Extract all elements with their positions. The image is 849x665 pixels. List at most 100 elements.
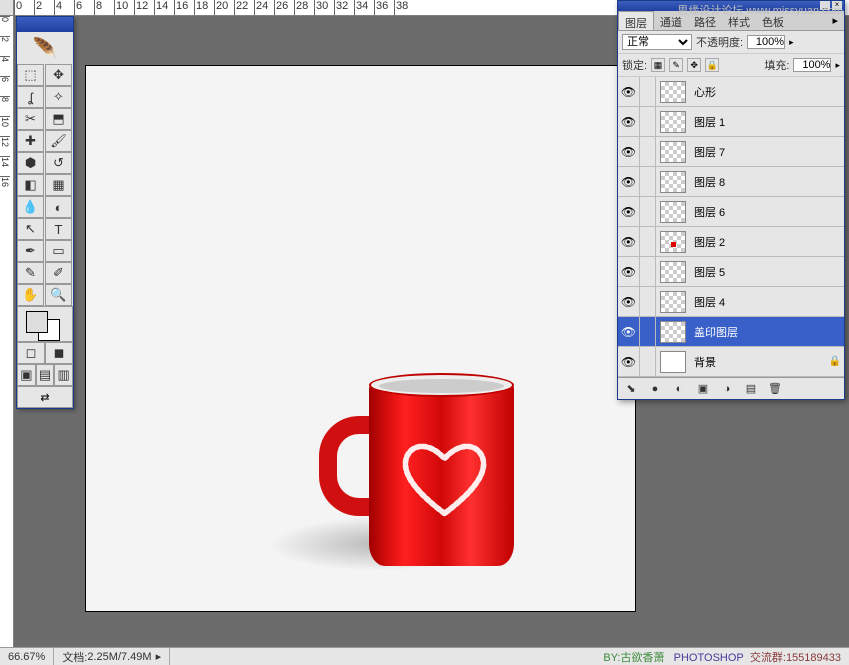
visibility-icon[interactable]: 👁 bbox=[618, 137, 640, 166]
layer-name[interactable]: 背景 bbox=[690, 354, 826, 370]
new-group-icon[interactable]: ▣ bbox=[694, 381, 712, 397]
layer-row[interactable]: 👁 图层 8 bbox=[618, 167, 844, 197]
hand-tool[interactable]: ✋ bbox=[17, 284, 44, 306]
tab-styles[interactable]: 样式 bbox=[722, 11, 756, 30]
screen-standard[interactable]: ▣ bbox=[17, 364, 36, 386]
toolbox-titlebar[interactable] bbox=[17, 17, 73, 32]
layer-name[interactable]: 图层 6 bbox=[690, 204, 844, 220]
lock-all-icon[interactable]: 🔒 bbox=[705, 58, 719, 72]
opacity-slider-icon[interactable]: ▸ bbox=[789, 37, 794, 48]
layer-row[interactable]: 👁 图层 1 bbox=[618, 107, 844, 137]
visibility-icon[interactable]: 👁 bbox=[618, 197, 640, 226]
tab-paths[interactable]: 路径 bbox=[688, 11, 722, 30]
screen-full-menu[interactable]: ▤ bbox=[36, 364, 55, 386]
delete-layer-icon[interactable]: 🗑 bbox=[766, 381, 784, 397]
visibility-icon[interactable]: 👁 bbox=[618, 257, 640, 286]
adjustment-layer-icon[interactable]: ◑ bbox=[718, 381, 736, 397]
move-tool[interactable]: ✥ bbox=[45, 64, 72, 86]
stamp-tool[interactable]: ⬢ bbox=[17, 152, 44, 174]
brush-tool[interactable]: 🖌 bbox=[45, 130, 72, 152]
layer-name[interactable]: 图层 8 bbox=[690, 174, 844, 190]
eyedropper-tool[interactable]: ✐ bbox=[45, 262, 72, 284]
visibility-icon[interactable]: 👁 bbox=[618, 287, 640, 316]
layer-thumbnail[interactable] bbox=[660, 141, 686, 163]
panel-menu-icon[interactable]: ▸ bbox=[826, 11, 844, 30]
gradient-tool[interactable]: ▦ bbox=[45, 174, 72, 196]
close-icon[interactable]: × bbox=[832, 1, 842, 10]
zoom-tool[interactable]: 🔍 bbox=[45, 284, 72, 306]
layer-row[interactable]: 👁 图层 6 bbox=[618, 197, 844, 227]
wand-tool[interactable]: ✧ bbox=[45, 86, 72, 108]
blend-mode-select[interactable]: 正常 bbox=[622, 34, 692, 50]
new-layer-icon[interactable]: ▤ bbox=[742, 381, 760, 397]
tab-swatches[interactable]: 色板 bbox=[756, 11, 790, 30]
visibility-icon[interactable]: 👁 bbox=[618, 77, 640, 106]
pen-tool[interactable]: ✒ bbox=[17, 240, 44, 262]
dodge-tool[interactable]: ◐ bbox=[45, 196, 72, 218]
shape-tool[interactable]: ▭ bbox=[45, 240, 72, 262]
layer-name[interactable]: 图层 7 bbox=[690, 144, 844, 160]
layer-thumbnail[interactable] bbox=[660, 231, 686, 253]
ruler-vertical[interactable]: 0246810121416 bbox=[0, 16, 14, 647]
chevron-right-icon[interactable]: ▸ bbox=[156, 650, 162, 663]
opacity-input[interactable] bbox=[747, 35, 785, 49]
standard-mode[interactable]: ◻ bbox=[17, 342, 45, 364]
visibility-icon[interactable]: 👁 bbox=[618, 227, 640, 256]
eraser-tool[interactable]: ◧ bbox=[17, 174, 44, 196]
layer-thumbnail[interactable] bbox=[660, 321, 686, 343]
notes-tool[interactable]: ✎ bbox=[17, 262, 44, 284]
layer-mask-icon[interactable]: ◐ bbox=[670, 381, 688, 397]
layer-row[interactable]: 👁 图层 5 bbox=[618, 257, 844, 287]
layer-thumbnail[interactable] bbox=[660, 81, 686, 103]
ruler-origin[interactable] bbox=[0, 0, 14, 16]
jump-to-imageready[interactable]: ⇄ bbox=[17, 386, 73, 408]
marquee-tool[interactable]: ⬚ bbox=[17, 64, 44, 86]
visibility-icon[interactable]: 👁 bbox=[618, 317, 640, 346]
visibility-icon[interactable]: 👁 bbox=[618, 347, 640, 376]
layer-name[interactable]: 盖印图层 bbox=[690, 324, 844, 340]
layer-thumbnail[interactable] bbox=[660, 261, 686, 283]
layer-row[interactable]: 👁背景🔒 bbox=[618, 347, 844, 377]
foreground-color[interactable] bbox=[26, 311, 48, 333]
layer-row[interactable]: 👁 心形 bbox=[618, 77, 844, 107]
crop-tool[interactable]: ✂ bbox=[17, 108, 44, 130]
history-brush-tool[interactable]: ↺ bbox=[45, 152, 72, 174]
doc-info[interactable]: 文档: 2.25M/7.49M ▸ bbox=[54, 648, 170, 665]
minimize-icon[interactable]: _ bbox=[820, 1, 830, 10]
layer-thumbnail[interactable] bbox=[660, 351, 686, 373]
artboard[interactable] bbox=[86, 66, 635, 611]
layer-row[interactable]: 👁 图层 7 bbox=[618, 137, 844, 167]
visibility-icon[interactable]: 👁 bbox=[618, 107, 640, 136]
heal-tool[interactable]: ✚ bbox=[17, 130, 44, 152]
layer-thumbnail[interactable] bbox=[660, 171, 686, 193]
fill-input[interactable] bbox=[793, 58, 831, 72]
blur-tool[interactable]: 💧 bbox=[17, 196, 44, 218]
tab-channels[interactable]: 通道 bbox=[654, 11, 688, 30]
layer-row[interactable]: 👁 图层 4 bbox=[618, 287, 844, 317]
color-swatches[interactable] bbox=[17, 306, 73, 342]
zoom-level[interactable]: 66.67% bbox=[0, 648, 54, 665]
layer-name[interactable]: 图层 2 bbox=[690, 234, 844, 250]
link-layers-icon[interactable]: ⬊ bbox=[622, 381, 640, 397]
layer-row[interactable]: 👁 图层 2 bbox=[618, 227, 844, 257]
layer-name[interactable]: 图层 5 bbox=[690, 264, 844, 280]
lock-transparency-icon[interactable]: ▦ bbox=[651, 58, 665, 72]
layer-name[interactable]: 图层 1 bbox=[690, 114, 844, 130]
lock-position-icon[interactable]: ✥ bbox=[687, 58, 701, 72]
visibility-icon[interactable]: 👁 bbox=[618, 167, 640, 196]
layer-name[interactable]: 心形 bbox=[690, 84, 844, 100]
quickmask-mode[interactable]: ◼ bbox=[45, 342, 73, 364]
layer-thumbnail[interactable] bbox=[660, 201, 686, 223]
fill-slider-icon[interactable]: ▸ bbox=[835, 60, 840, 71]
layer-name[interactable]: 图层 4 bbox=[690, 294, 844, 310]
panel-titlebar[interactable]: _ × bbox=[618, 1, 844, 11]
tab-layers[interactable]: 图层 bbox=[618, 11, 654, 30]
layer-row[interactable]: 👁 盖印图层 bbox=[618, 317, 844, 347]
path-select-tool[interactable]: ↖ bbox=[17, 218, 44, 240]
layer-thumbnail[interactable] bbox=[660, 111, 686, 133]
layer-style-icon[interactable]: ● bbox=[646, 381, 664, 397]
layer-thumbnail[interactable] bbox=[660, 291, 686, 313]
screen-full[interactable]: ▥ bbox=[54, 364, 73, 386]
lasso-tool[interactable]: ʆ bbox=[17, 86, 44, 108]
type-tool[interactable]: T bbox=[45, 218, 72, 240]
